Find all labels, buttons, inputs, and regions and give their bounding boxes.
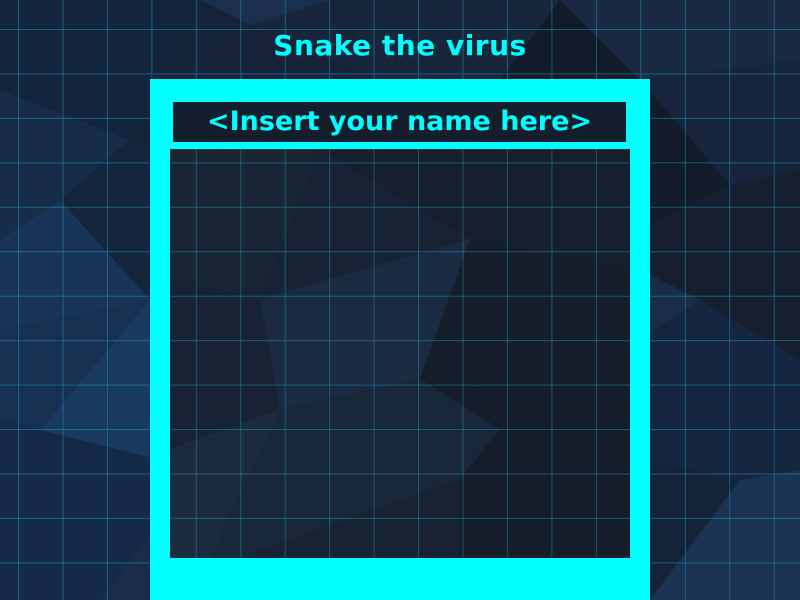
player-name-field[interactable]: <Insert your name here> [173, 102, 626, 142]
board-grid [170, 149, 630, 558]
game-frame: <Insert your name here> [150, 79, 650, 600]
game-title: Snake the virus [273, 29, 527, 62]
game-board[interactable] [170, 149, 630, 558]
game-screen: Snake the virus <Insert your name here> [0, 0, 800, 600]
